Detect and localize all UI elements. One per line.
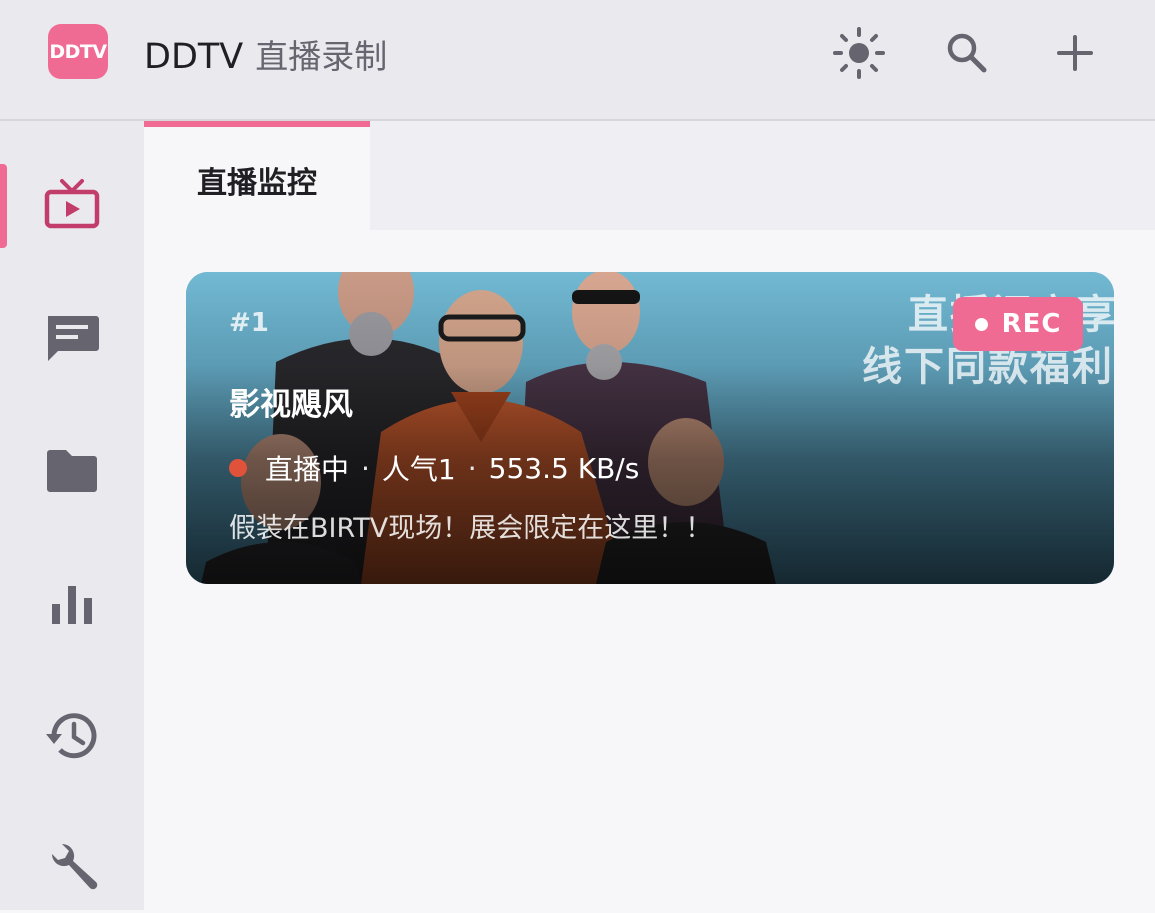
wrench-icon (51, 843, 98, 890)
bar-chart-icon (52, 586, 92, 624)
room-index: #1 (229, 308, 269, 338)
app-title-subtitle: 直播录制 (255, 37, 388, 76)
room-card[interactable]: 直播间立享 线下同款福利 REC #1 影视飓风 直播中 · 人气1 · 553… (186, 272, 1114, 584)
search-button[interactable] (939, 25, 995, 81)
live-status: 直播中 (265, 453, 350, 486)
sidebar (0, 121, 144, 910)
tab-live-monitor[interactable]: 直播监控 (144, 121, 370, 230)
tv-icon (44, 179, 100, 229)
sun-icon (833, 27, 885, 79)
sidebar-item-files[interactable] (0, 426, 144, 516)
separator-dot: · (361, 451, 370, 485)
history-icon (46, 713, 97, 759)
rec-dot-icon (974, 317, 988, 331)
room-title: 假装在BIRTV现场！展会限定在这里！！ (229, 513, 713, 544)
room-name: 影视飓风 (229, 387, 353, 423)
app-title: DDTV 直播录制 (144, 30, 387, 77)
popularity: 人气1 (381, 453, 456, 486)
app-header: DDTV DDTV 直播录制 (0, 0, 1155, 121)
tab-bar: 直播监控 (144, 121, 1155, 230)
app-title-brand: DDTV (144, 37, 244, 77)
tab-label: 直播监控 (197, 165, 317, 201)
plus-icon (1057, 35, 1093, 71)
theme-toggle-button[interactable] (831, 25, 887, 81)
rec-badge-label: REC (1001, 309, 1062, 339)
message-icon (48, 316, 99, 361)
add-room-button[interactable] (1047, 25, 1103, 81)
sidebar-item-stats[interactable] (0, 559, 144, 649)
sidebar-item-settings[interactable] (0, 823, 144, 913)
rec-badge: REC (953, 297, 1083, 351)
download-speed: 553.5 KB/s (488, 451, 640, 485)
sidebar-item-live[interactable] (0, 161, 144, 251)
app-logo: DDTV (48, 24, 108, 79)
sidebar-item-history[interactable] (0, 691, 144, 781)
sidebar-item-danmaku[interactable] (0, 293, 144, 383)
live-status-dot-icon (229, 459, 247, 477)
separator-dot: · (467, 451, 477, 485)
folder-icon (47, 450, 97, 492)
search-icon (947, 33, 987, 73)
room-stats: 直播中 · 人气1 · 553.5 KB/s (229, 448, 639, 488)
